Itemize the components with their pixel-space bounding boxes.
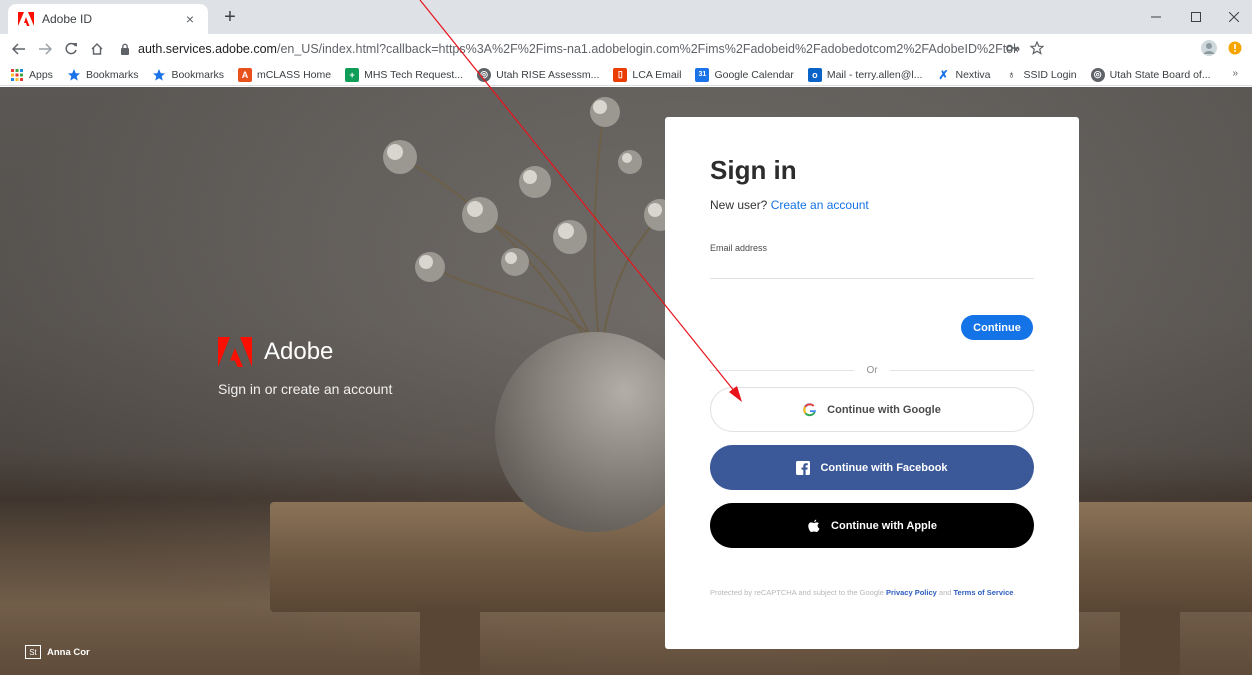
new-user-prompt: New user? Create an account <box>710 198 869 212</box>
photo-credit[interactable]: St Anna Cor <box>25 645 90 659</box>
browser-tab-strip: Adobe ID × + <box>0 0 1252 34</box>
bookmark-mclass-home[interactable]: A mCLASS Home <box>237 67 331 82</box>
facebook-logo-icon <box>796 460 811 475</box>
apple-button-label: Continue with Apple <box>831 519 937 532</box>
url-text[interactable]: auth.services.adobe.com/en_US/index.html… <box>138 42 1018 56</box>
bookmark-google-calendar[interactable]: 31 Google Calendar <box>695 67 794 82</box>
bookmark-mhs-tech-request[interactable]: + MHS Tech Request... <box>345 67 463 82</box>
calendar-icon: 31 <box>695 67 710 82</box>
bookmark-utah-state-board[interactable]: ◎ Utah State Board of... <box>1090 67 1211 82</box>
bookmark-ssid-login[interactable]: ♁ SSID Login <box>1005 68 1076 82</box>
brand-tagline: Sign in or create an account <box>218 381 393 397</box>
new-tab-button[interactable]: + <box>218 6 242 30</box>
google-logo-icon <box>803 402 817 416</box>
office-icon: ▯ <box>613 67 628 82</box>
bookmark-star-icon[interactable] <box>1028 39 1046 57</box>
email-input[interactable] <box>710 257 1034 279</box>
signin-card: Sign in New user? Create an account Emai… <box>665 117 1079 649</box>
reload-icon[interactable] <box>60 38 82 60</box>
adobe-branding: Adobe Sign in or create an account <box>218 337 392 397</box>
facebook-button-label: Continue with Facebook <box>820 461 948 474</box>
continue-button[interactable]: Continue <box>961 315 1033 340</box>
bookmark-bookmarks-2[interactable]: Bookmarks <box>152 68 224 82</box>
adobe-logo-icon <box>218 337 252 367</box>
continue-with-facebook-button[interactable]: Continue with Facebook <box>710 445 1034 490</box>
bookmark-apps[interactable]: Apps <box>10 68 53 82</box>
outlook-icon: o <box>807 67 822 82</box>
apple-logo-icon <box>808 519 820 532</box>
bookmark-nextiva[interactable]: ✗ Nextiva <box>936 68 990 82</box>
create-account-link[interactable]: Create an account <box>771 198 869 212</box>
terms-of-service-link[interactable]: Terms of Service <box>954 588 1014 597</box>
star-icon <box>153 68 166 81</box>
back-arrow-icon[interactable] <box>8 38 30 60</box>
update-alert-icon[interactable] <box>1226 39 1244 57</box>
forward-arrow-icon[interactable] <box>34 38 56 60</box>
email-label: Email address <box>710 243 768 253</box>
star-icon <box>67 68 80 81</box>
bookmark-bookmarks-1[interactable]: Bookmarks <box>67 68 138 82</box>
home-icon[interactable] <box>86 38 108 60</box>
recaptcha-legal-text: Protected by reCAPTCHA and subject to th… <box>710 588 1016 597</box>
bookmark-utah-rise[interactable]: ◎ Utah RISE Assessm... <box>477 67 599 82</box>
apps-grid-icon <box>11 68 23 81</box>
photo-credit-name: Anna Cor <box>47 646 90 658</box>
plus-doc-icon: + <box>345 67 360 82</box>
address-bar[interactable]: auth.services.adobe.com/en_US/index.html… <box>120 36 1250 62</box>
profile-avatar-icon[interactable] <box>1200 39 1218 57</box>
wooden-table-leg <box>420 607 480 675</box>
tab-title: Adobe ID <box>42 12 93 26</box>
key-icon[interactable] <box>1004 39 1022 57</box>
bookmark-lca-email[interactable]: ▯ LCA Email <box>613 67 681 82</box>
divider-line <box>889 369 1035 371</box>
or-divider: Or <box>710 363 1035 377</box>
browser-tab-adobe-id[interactable]: Adobe ID × <box>8 4 208 34</box>
adobe-wordmark: Adobe <box>264 338 334 365</box>
bookmark-mail[interactable]: o Mail - terry.allen@l... <box>807 67 922 82</box>
globe-icon: ◎ <box>1090 67 1105 82</box>
browser-toolbar: auth.services.adobe.com/en_US/index.html… <box>0 34 1252 64</box>
lock-icon <box>121 43 129 55</box>
mclass-icon: A <box>237 67 252 82</box>
or-label: Or <box>866 364 878 376</box>
maximize-icon[interactable] <box>1176 0 1216 34</box>
continue-with-apple-button[interactable]: Continue with Apple <box>710 503 1034 548</box>
tab-close-icon[interactable]: × <box>182 11 198 27</box>
signin-title: Sign in <box>710 155 797 185</box>
wooden-table-leg <box>1120 607 1180 675</box>
nextiva-icon: ✗ <box>938 67 949 82</box>
bookmarks-overflow-icon[interactable]: » <box>1232 68 1238 79</box>
privacy-policy-link[interactable]: Privacy Policy <box>886 588 937 597</box>
ssid-icon: ♁ <box>1007 68 1016 81</box>
window-close-icon[interactable] <box>1214 0 1252 34</box>
adobe-stock-icon: St <box>25 645 41 659</box>
divider-line <box>710 369 855 371</box>
bookmarks-bar: Apps Bookmarks Bookmarks A mCLASS Home +… <box>0 64 1252 86</box>
google-button-label: Continue with Google <box>827 403 941 416</box>
continue-with-google-button[interactable]: Continue with Google <box>710 387 1034 432</box>
adobe-favicon-icon <box>18 12 34 26</box>
globe-icon: ◎ <box>477 67 492 82</box>
minimize-icon[interactable] <box>1136 0 1176 34</box>
dried-flowers-illustration <box>383 97 676 348</box>
